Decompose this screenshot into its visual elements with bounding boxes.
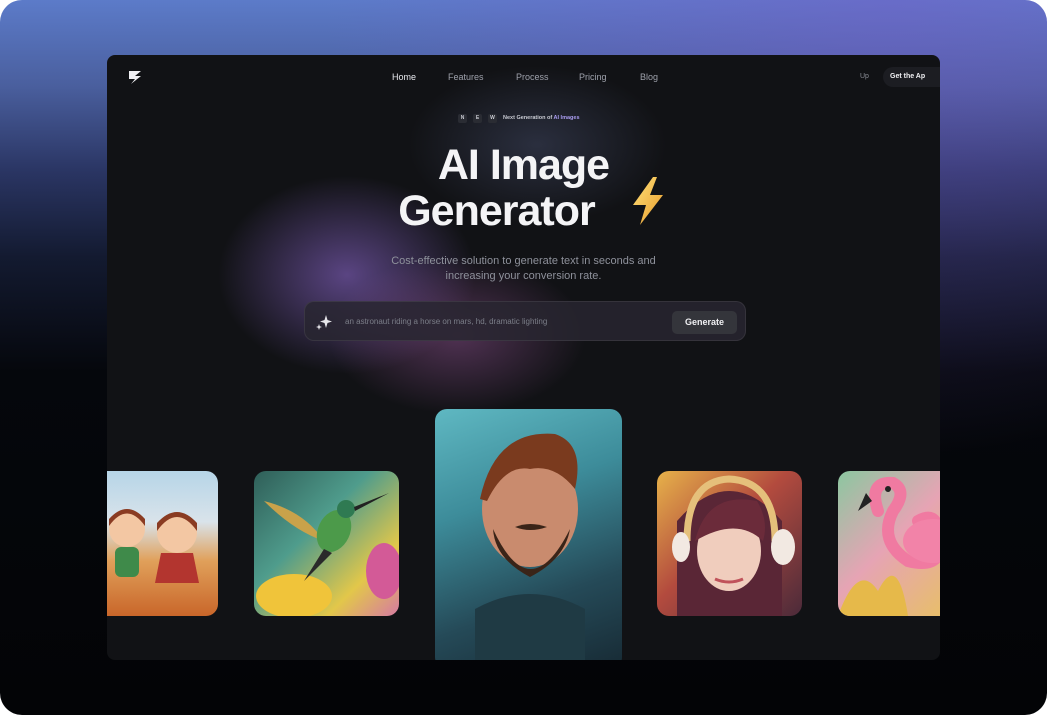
nav-item-pricing[interactable]: Pricing bbox=[579, 72, 607, 82]
sign-up-link[interactable]: Up bbox=[860, 73, 869, 80]
badge-text-highlight: AI Images bbox=[553, 115, 580, 121]
nav-item-home[interactable]: Home bbox=[392, 72, 416, 82]
badge-letter: W bbox=[488, 113, 497, 123]
get-app-button[interactable]: Get the Ap bbox=[883, 67, 940, 87]
generate-button[interactable]: Generate bbox=[672, 311, 737, 334]
lightning-bolt-icon bbox=[633, 177, 663, 225]
browser-frame: Home Features Process Pricing Blog Up Ge… bbox=[0, 0, 1047, 715]
nav-item-process[interactable]: Process bbox=[516, 72, 549, 82]
top-nav: Home Features Process Pricing Blog bbox=[107, 72, 940, 86]
new-badge: N E W Next Generation of AI Images bbox=[458, 113, 580, 123]
app-window: Home Features Process Pricing Blog Up Ge… bbox=[107, 55, 940, 660]
prompt-input[interactable]: an astronaut riding a horse on mars, hd,… bbox=[345, 317, 547, 326]
badge-text: Next Generation of AI Images bbox=[503, 115, 580, 121]
prompt-bar: an astronaut riding a horse on mars, hd,… bbox=[304, 301, 746, 341]
badge-letter: E bbox=[473, 113, 482, 123]
gallery-image-cartoon-girls[interactable] bbox=[107, 471, 218, 616]
gallery-image-hummingbird[interactable] bbox=[254, 471, 399, 616]
gallery-image-bearded-man[interactable] bbox=[435, 409, 622, 660]
gallery-image-girl-with-headphones[interactable] bbox=[657, 471, 802, 616]
badge-text-prefix: Next Generation of bbox=[503, 115, 553, 121]
hero-title-line1: AI Image bbox=[437, 141, 610, 189]
sparkle-icon bbox=[316, 315, 332, 330]
hero-subtitle-line2: increasing your conversion rate. bbox=[445, 270, 602, 282]
nav-item-blog[interactable]: Blog bbox=[640, 72, 658, 82]
gallery-image-flamingo[interactable] bbox=[838, 471, 940, 616]
badge-letter: N bbox=[458, 113, 467, 123]
hero-subtitle-line1: Cost-effective solution to generate text… bbox=[391, 255, 656, 267]
nav-item-features[interactable]: Features bbox=[448, 72, 484, 82]
hero-title-line2: Generator bbox=[398, 187, 596, 235]
